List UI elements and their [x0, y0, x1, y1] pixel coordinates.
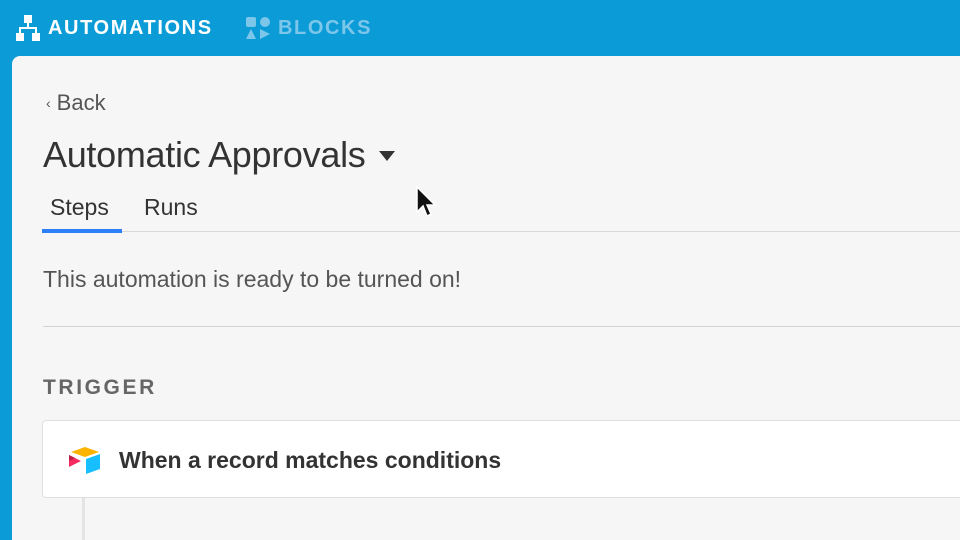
page-title: Automatic Approvals	[43, 134, 366, 175]
blocks-nav-item[interactable]: BLOCKS	[244, 12, 372, 44]
blocks-nav-label: BLOCKS	[278, 16, 373, 39]
chevron-left-icon: ‹	[46, 95, 51, 111]
step-connector-line	[82, 498, 85, 540]
trigger-section-heading: TRIGGER	[43, 376, 157, 399]
automations-nav-label: AUTOMATIONS	[48, 16, 213, 39]
automations-nav-item[interactable]: AUTOMATIONS	[14, 12, 213, 44]
tab-bar: Steps Runs	[42, 188, 960, 233]
back-link[interactable]: ‹ Back	[46, 90, 106, 116]
automation-title-dropdown[interactable]: Automatic Approvals	[43, 134, 396, 176]
mouse-pointer-icon	[416, 186, 437, 218]
trigger-card[interactable]: When a record matches conditions	[42, 420, 960, 498]
top-navigation-bar: AUTOMATIONS BLOCKS	[0, 0, 960, 56]
trigger-label: When a record matches conditions	[119, 447, 502, 473]
blocks-icon	[246, 17, 270, 39]
airtable-logo-icon	[69, 447, 100, 474]
section-divider	[43, 326, 960, 327]
automations-icon	[16, 15, 40, 41]
tabs-divider	[122, 231, 960, 232]
active-tab-indicator	[42, 229, 122, 233]
back-label: Back	[56, 90, 106, 115]
caret-down-icon	[379, 151, 396, 161]
automation-detail-panel: ‹ Back Automatic Approvals Steps Runs Th…	[12, 56, 960, 540]
tab-steps[interactable]: Steps	[50, 194, 109, 221]
tab-runs[interactable]: Runs	[144, 194, 198, 221]
status-message: This automation is ready to be turned on…	[43, 266, 462, 292]
